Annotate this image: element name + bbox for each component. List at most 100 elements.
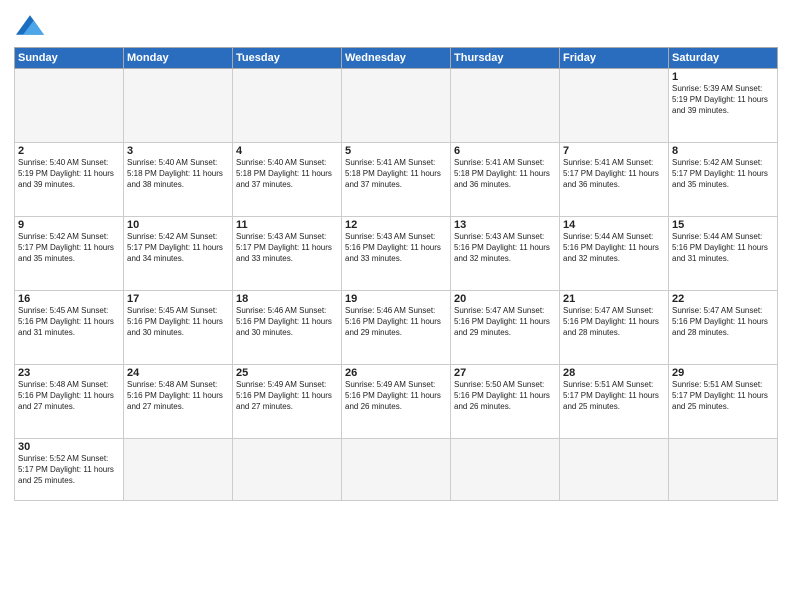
logo-icon — [16, 14, 44, 36]
day-number: 26 — [345, 367, 447, 379]
weekday-header-tuesday: Tuesday — [233, 48, 342, 69]
day-info: Sunrise: 5:48 AM Sunset: 5:16 PM Dayligh… — [18, 380, 120, 412]
weekday-header-thursday: Thursday — [451, 48, 560, 69]
day-cell: 11Sunrise: 5:43 AM Sunset: 5:17 PM Dayli… — [233, 217, 342, 291]
day-info: Sunrise: 5:43 AM Sunset: 5:16 PM Dayligh… — [454, 232, 556, 264]
day-number: 27 — [454, 367, 556, 379]
day-cell: 19Sunrise: 5:46 AM Sunset: 5:16 PM Dayli… — [342, 291, 451, 365]
day-number: 6 — [454, 145, 556, 157]
day-cell: 28Sunrise: 5:51 AM Sunset: 5:17 PM Dayli… — [560, 365, 669, 439]
week-row-3: 16Sunrise: 5:45 AM Sunset: 5:16 PM Dayli… — [15, 291, 778, 365]
day-cell: 7Sunrise: 5:41 AM Sunset: 5:17 PM Daylig… — [560, 143, 669, 217]
day-number: 24 — [127, 367, 229, 379]
day-info: Sunrise: 5:39 AM Sunset: 5:19 PM Dayligh… — [672, 84, 774, 116]
day-number: 25 — [236, 367, 338, 379]
day-cell: 1Sunrise: 5:39 AM Sunset: 5:19 PM Daylig… — [669, 69, 778, 143]
day-info: Sunrise: 5:46 AM Sunset: 5:16 PM Dayligh… — [236, 306, 338, 338]
week-row-2: 9Sunrise: 5:42 AM Sunset: 5:17 PM Daylig… — [15, 217, 778, 291]
day-cell — [560, 69, 669, 143]
day-number: 7 — [563, 145, 665, 157]
day-number: 13 — [454, 219, 556, 231]
day-cell — [342, 439, 451, 501]
day-number: 8 — [672, 145, 774, 157]
day-cell: 9Sunrise: 5:42 AM Sunset: 5:17 PM Daylig… — [15, 217, 124, 291]
day-number: 15 — [672, 219, 774, 231]
day-info: Sunrise: 5:46 AM Sunset: 5:16 PM Dayligh… — [345, 306, 447, 338]
day-info: Sunrise: 5:41 AM Sunset: 5:18 PM Dayligh… — [454, 158, 556, 190]
weekday-header-row: SundayMondayTuesdayWednesdayThursdayFrid… — [15, 48, 778, 69]
day-number: 11 — [236, 219, 338, 231]
day-number: 30 — [18, 441, 120, 453]
logo — [14, 14, 44, 41]
day-info: Sunrise: 5:49 AM Sunset: 5:16 PM Dayligh… — [345, 380, 447, 412]
day-cell — [233, 69, 342, 143]
day-cell — [15, 69, 124, 143]
day-cell: 6Sunrise: 5:41 AM Sunset: 5:18 PM Daylig… — [451, 143, 560, 217]
day-cell: 25Sunrise: 5:49 AM Sunset: 5:16 PM Dayli… — [233, 365, 342, 439]
day-cell: 4Sunrise: 5:40 AM Sunset: 5:18 PM Daylig… — [233, 143, 342, 217]
day-number: 9 — [18, 219, 120, 231]
day-info: Sunrise: 5:44 AM Sunset: 5:16 PM Dayligh… — [563, 232, 665, 264]
day-cell: 3Sunrise: 5:40 AM Sunset: 5:18 PM Daylig… — [124, 143, 233, 217]
day-number: 4 — [236, 145, 338, 157]
day-cell: 29Sunrise: 5:51 AM Sunset: 5:17 PM Dayli… — [669, 365, 778, 439]
day-cell: 16Sunrise: 5:45 AM Sunset: 5:16 PM Dayli… — [15, 291, 124, 365]
day-number: 10 — [127, 219, 229, 231]
day-cell: 17Sunrise: 5:45 AM Sunset: 5:16 PM Dayli… — [124, 291, 233, 365]
day-cell — [233, 439, 342, 501]
day-cell — [124, 69, 233, 143]
day-cell: 27Sunrise: 5:50 AM Sunset: 5:16 PM Dayli… — [451, 365, 560, 439]
day-cell: 12Sunrise: 5:43 AM Sunset: 5:16 PM Dayli… — [342, 217, 451, 291]
day-cell — [124, 439, 233, 501]
week-row-4: 23Sunrise: 5:48 AM Sunset: 5:16 PM Dayli… — [15, 365, 778, 439]
day-info: Sunrise: 5:45 AM Sunset: 5:16 PM Dayligh… — [18, 306, 120, 338]
day-cell: 8Sunrise: 5:42 AM Sunset: 5:17 PM Daylig… — [669, 143, 778, 217]
day-info: Sunrise: 5:41 AM Sunset: 5:17 PM Dayligh… — [563, 158, 665, 190]
week-row-5: 30Sunrise: 5:52 AM Sunset: 5:17 PM Dayli… — [15, 439, 778, 501]
day-cell: 2Sunrise: 5:40 AM Sunset: 5:19 PM Daylig… — [15, 143, 124, 217]
day-info: Sunrise: 5:43 AM Sunset: 5:17 PM Dayligh… — [236, 232, 338, 264]
day-number: 20 — [454, 293, 556, 305]
day-number: 19 — [345, 293, 447, 305]
week-row-0: 1Sunrise: 5:39 AM Sunset: 5:19 PM Daylig… — [15, 69, 778, 143]
day-cell: 20Sunrise: 5:47 AM Sunset: 5:16 PM Dayli… — [451, 291, 560, 365]
day-cell: 10Sunrise: 5:42 AM Sunset: 5:17 PM Dayli… — [124, 217, 233, 291]
day-info: Sunrise: 5:48 AM Sunset: 5:16 PM Dayligh… — [127, 380, 229, 412]
day-info: Sunrise: 5:42 AM Sunset: 5:17 PM Dayligh… — [18, 232, 120, 264]
day-number: 21 — [563, 293, 665, 305]
weekday-header-sunday: Sunday — [15, 48, 124, 69]
day-cell: 15Sunrise: 5:44 AM Sunset: 5:16 PM Dayli… — [669, 217, 778, 291]
day-info: Sunrise: 5:42 AM Sunset: 5:17 PM Dayligh… — [127, 232, 229, 264]
day-number: 22 — [672, 293, 774, 305]
day-info: Sunrise: 5:51 AM Sunset: 5:17 PM Dayligh… — [563, 380, 665, 412]
day-number: 12 — [345, 219, 447, 231]
day-info: Sunrise: 5:50 AM Sunset: 5:16 PM Dayligh… — [454, 380, 556, 412]
day-number: 1 — [672, 71, 774, 83]
day-info: Sunrise: 5:44 AM Sunset: 5:16 PM Dayligh… — [672, 232, 774, 264]
header — [14, 10, 778, 41]
day-number: 3 — [127, 145, 229, 157]
day-cell — [669, 439, 778, 501]
day-cell: 21Sunrise: 5:47 AM Sunset: 5:16 PM Dayli… — [560, 291, 669, 365]
day-cell: 18Sunrise: 5:46 AM Sunset: 5:16 PM Dayli… — [233, 291, 342, 365]
day-info: Sunrise: 5:41 AM Sunset: 5:18 PM Dayligh… — [345, 158, 447, 190]
day-cell — [451, 439, 560, 501]
day-number: 5 — [345, 145, 447, 157]
day-cell: 30Sunrise: 5:52 AM Sunset: 5:17 PM Dayli… — [15, 439, 124, 501]
day-cell — [342, 69, 451, 143]
day-number: 29 — [672, 367, 774, 379]
week-row-1: 2Sunrise: 5:40 AM Sunset: 5:19 PM Daylig… — [15, 143, 778, 217]
day-number: 16 — [18, 293, 120, 305]
day-cell: 23Sunrise: 5:48 AM Sunset: 5:16 PM Dayli… — [15, 365, 124, 439]
day-cell: 26Sunrise: 5:49 AM Sunset: 5:16 PM Dayli… — [342, 365, 451, 439]
day-cell: 5Sunrise: 5:41 AM Sunset: 5:18 PM Daylig… — [342, 143, 451, 217]
day-number: 17 — [127, 293, 229, 305]
day-cell — [560, 439, 669, 501]
day-cell: 13Sunrise: 5:43 AM Sunset: 5:16 PM Dayli… — [451, 217, 560, 291]
day-cell: 22Sunrise: 5:47 AM Sunset: 5:16 PM Dayli… — [669, 291, 778, 365]
day-number: 28 — [563, 367, 665, 379]
day-number: 2 — [18, 145, 120, 157]
day-cell: 24Sunrise: 5:48 AM Sunset: 5:16 PM Dayli… — [124, 365, 233, 439]
weekday-header-saturday: Saturday — [669, 48, 778, 69]
day-number: 18 — [236, 293, 338, 305]
